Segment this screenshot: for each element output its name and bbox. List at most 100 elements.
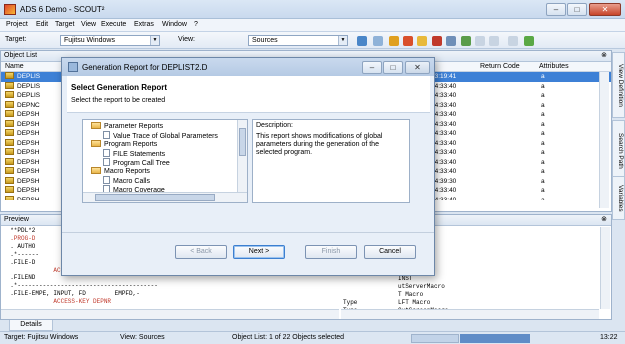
close-icon[interactable]: ⊗ (601, 51, 607, 61)
tab-details[interactable]: Details (9, 320, 53, 331)
tree-item[interactable]: Macro Calls (103, 176, 150, 185)
tab-variables[interactable]: Variables (612, 176, 625, 220)
tree-item[interactable]: Program Call Tree (103, 158, 170, 167)
log-value: T Macro (398, 290, 424, 298)
dialog-title-bar: Generation Report for DEPLIST2.D – □ ✕ (62, 58, 434, 76)
object-icon (5, 91, 14, 98)
row-name: DEPSH (17, 149, 40, 156)
maximize-button[interactable]: □ (567, 3, 587, 16)
close-button[interactable]: ✕ (589, 3, 621, 16)
row-attributes: a (541, 168, 545, 175)
log-value: utServerMacro (398, 282, 445, 290)
target-select[interactable]: Fujitsu Windows ▼ (60, 35, 160, 46)
tree-item-label: Parameter Reports (104, 123, 164, 130)
status-objects: Object List: 1 of 22 Objects selected (232, 334, 345, 341)
tree-item-label: FILE Statements (113, 151, 166, 158)
menu-target[interactable]: Target (55, 21, 74, 28)
object-icon (5, 148, 14, 155)
dialog-close-button[interactable]: ✕ (405, 61, 430, 74)
menu-extras[interactable]: Extras (134, 21, 154, 28)
gear-icon[interactable] (373, 36, 383, 46)
run-icon[interactable] (403, 36, 413, 46)
row-attributes: a (541, 111, 545, 118)
cancel-button[interactable]: Cancel (364, 245, 416, 259)
back-button[interactable]: < Back (175, 245, 227, 259)
tab-search-path[interactable]: Search Path (612, 120, 625, 182)
row-attributes: a (541, 130, 545, 137)
object-list-scrollbar[interactable] (599, 72, 609, 208)
sync-icon[interactable] (508, 36, 518, 46)
menu-window[interactable]: Window (162, 21, 187, 28)
refresh-icon[interactable] (357, 36, 367, 46)
object-icon (5, 119, 14, 127)
minimize-button[interactable]: – (546, 3, 566, 16)
target-value: Fujitsu Windows (64, 37, 115, 44)
scroll-thumb[interactable] (239, 128, 246, 156)
close-icon[interactable]: ⊗ (601, 215, 607, 225)
finish-button[interactable]: Finish (305, 245, 357, 259)
row-name: DEPLIS (17, 92, 41, 99)
tree-item[interactable]: Program Reports (91, 140, 157, 149)
object-icon (5, 176, 14, 184)
row-attributes: a (541, 120, 545, 128)
row-attributes: a (541, 149, 545, 156)
compare-icon[interactable] (461, 36, 471, 46)
report-icon[interactable] (446, 36, 456, 46)
folder-icon (91, 122, 101, 129)
build-icon[interactable] (389, 36, 399, 46)
object-icon (5, 195, 14, 200)
dialog-maximize-button[interactable]: □ (383, 61, 403, 74)
document-icon (103, 131, 110, 139)
object-icon (5, 81, 14, 89)
info-icon[interactable] (524, 36, 534, 46)
scroll-thumb[interactable] (95, 194, 215, 201)
menu-execute[interactable]: Execute (101, 21, 126, 28)
preview-hscrollbar[interactable] (1, 309, 339, 319)
chevron-down-icon: ▼ (150, 36, 159, 45)
menu-view[interactable]: View (81, 21, 96, 28)
tree-item[interactable]: Macro Reports (91, 167, 150, 176)
column-name[interactable]: Name (5, 62, 24, 71)
view-select[interactable]: Sources ▼ (248, 35, 348, 46)
column-return-code[interactable]: Return Code (480, 62, 520, 71)
tree-vscrollbar[interactable] (237, 120, 247, 192)
menu-project[interactable]: Project (6, 21, 28, 28)
back-icon[interactable] (475, 36, 485, 46)
row-name: DEPSH (17, 168, 40, 175)
tree-item-label: Macro Calls (113, 178, 150, 185)
tree-item[interactable]: Value Trace of Global Parameters (103, 131, 218, 140)
report-tree[interactable]: Parameter Reports Value Trace of Global P… (82, 119, 248, 203)
row-attributes: a (541, 73, 545, 80)
log-line: INST (343, 275, 598, 283)
object-icon (5, 157, 14, 165)
description-box: Description: This report shows modificat… (252, 119, 410, 203)
log-hscrollbar[interactable] (341, 309, 599, 319)
preview-scrollbar[interactable] (600, 227, 610, 309)
toolbar: Target: Fujitsu Windows ▼ View: Sources … (0, 32, 625, 49)
menu-help[interactable]: ? (194, 21, 198, 28)
tree-item[interactable]: Parameter Reports (91, 122, 163, 131)
stop-icon[interactable] (432, 36, 442, 46)
row-attributes: a (541, 92, 545, 99)
log-line: utServerMacro (343, 283, 598, 291)
menu-edit[interactable]: Edit (36, 21, 48, 28)
folder-icon[interactable] (417, 36, 427, 46)
column-attributes[interactable]: Attributes (539, 62, 569, 71)
menu-bar: Project Edit Target View Execute Extras … (0, 19, 625, 32)
log-line: T Macro (343, 291, 598, 299)
tab-view-definition[interactable]: View Definition (612, 52, 625, 118)
forward-icon[interactable] (489, 36, 499, 46)
target-label: Target: (5, 36, 27, 43)
description-text: This report shows modifications of globa… (256, 133, 383, 156)
report-icon (68, 62, 78, 72)
row-name: DEPSH (17, 111, 40, 118)
object-icon (5, 110, 14, 117)
tree-hscrollbar[interactable] (83, 192, 247, 202)
dialog-minimize-button[interactable]: – (362, 61, 382, 74)
chevron-down-icon: ▼ (338, 36, 347, 45)
tree-item[interactable]: FILE Statements (103, 149, 165, 158)
view-value: Sources (252, 37, 278, 44)
row-attributes: a (541, 139, 545, 147)
next-button[interactable]: Next > (233, 245, 285, 259)
status-bar: Target: Fujitsu Windows View: Sources Ob… (0, 331, 625, 344)
